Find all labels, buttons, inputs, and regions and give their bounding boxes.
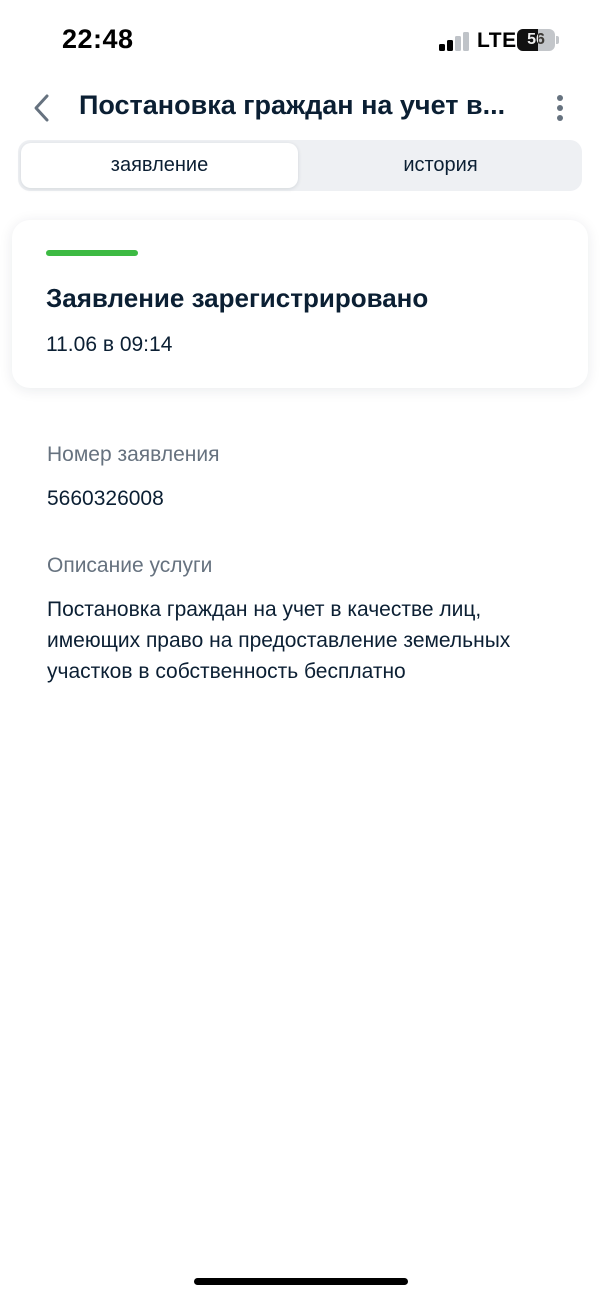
home-indicator[interactable] [194, 1278, 408, 1285]
status-indicator [46, 250, 138, 256]
signal-icon [439, 31, 469, 51]
chevron-left-icon [34, 94, 49, 122]
status-date: 11.06 в 09:14 [46, 333, 173, 356]
more-button[interactable] [545, 86, 575, 130]
more-vertical-icon [557, 95, 563, 121]
tab-application[interactable]: заявление [21, 143, 298, 188]
status-title: Заявление зарегистрировано [46, 283, 429, 313]
service-description-value: Постановка граждан на учет в качестве ли… [47, 598, 511, 683]
back-button[interactable] [24, 88, 60, 128]
battery-icon: 56 [517, 29, 561, 51]
page-title: Постановка граждан на учет в... [79, 90, 506, 120]
status-time: 22:48 [62, 24, 134, 54]
segmented-tabs: заявление история [18, 140, 582, 191]
battery-level: 56 [527, 31, 545, 48]
status-bar: 22:48 LTE 56 [0, 0, 600, 80]
tab-history[interactable]: история [302, 143, 579, 188]
application-number-label: Номер заявления [47, 443, 220, 466]
status-card: Заявление зарегистрировано 11.06 в 09:14 [12, 220, 588, 388]
service-description-label: Описание услуги [47, 554, 213, 577]
network-type: LTE [477, 29, 517, 52]
header: Постановка граждан на учет в... [0, 80, 600, 136]
screen: 22:48 LTE 56 Постановка граждан на учет … [0, 0, 600, 1297]
application-number-value: 5660326008 [47, 487, 164, 510]
